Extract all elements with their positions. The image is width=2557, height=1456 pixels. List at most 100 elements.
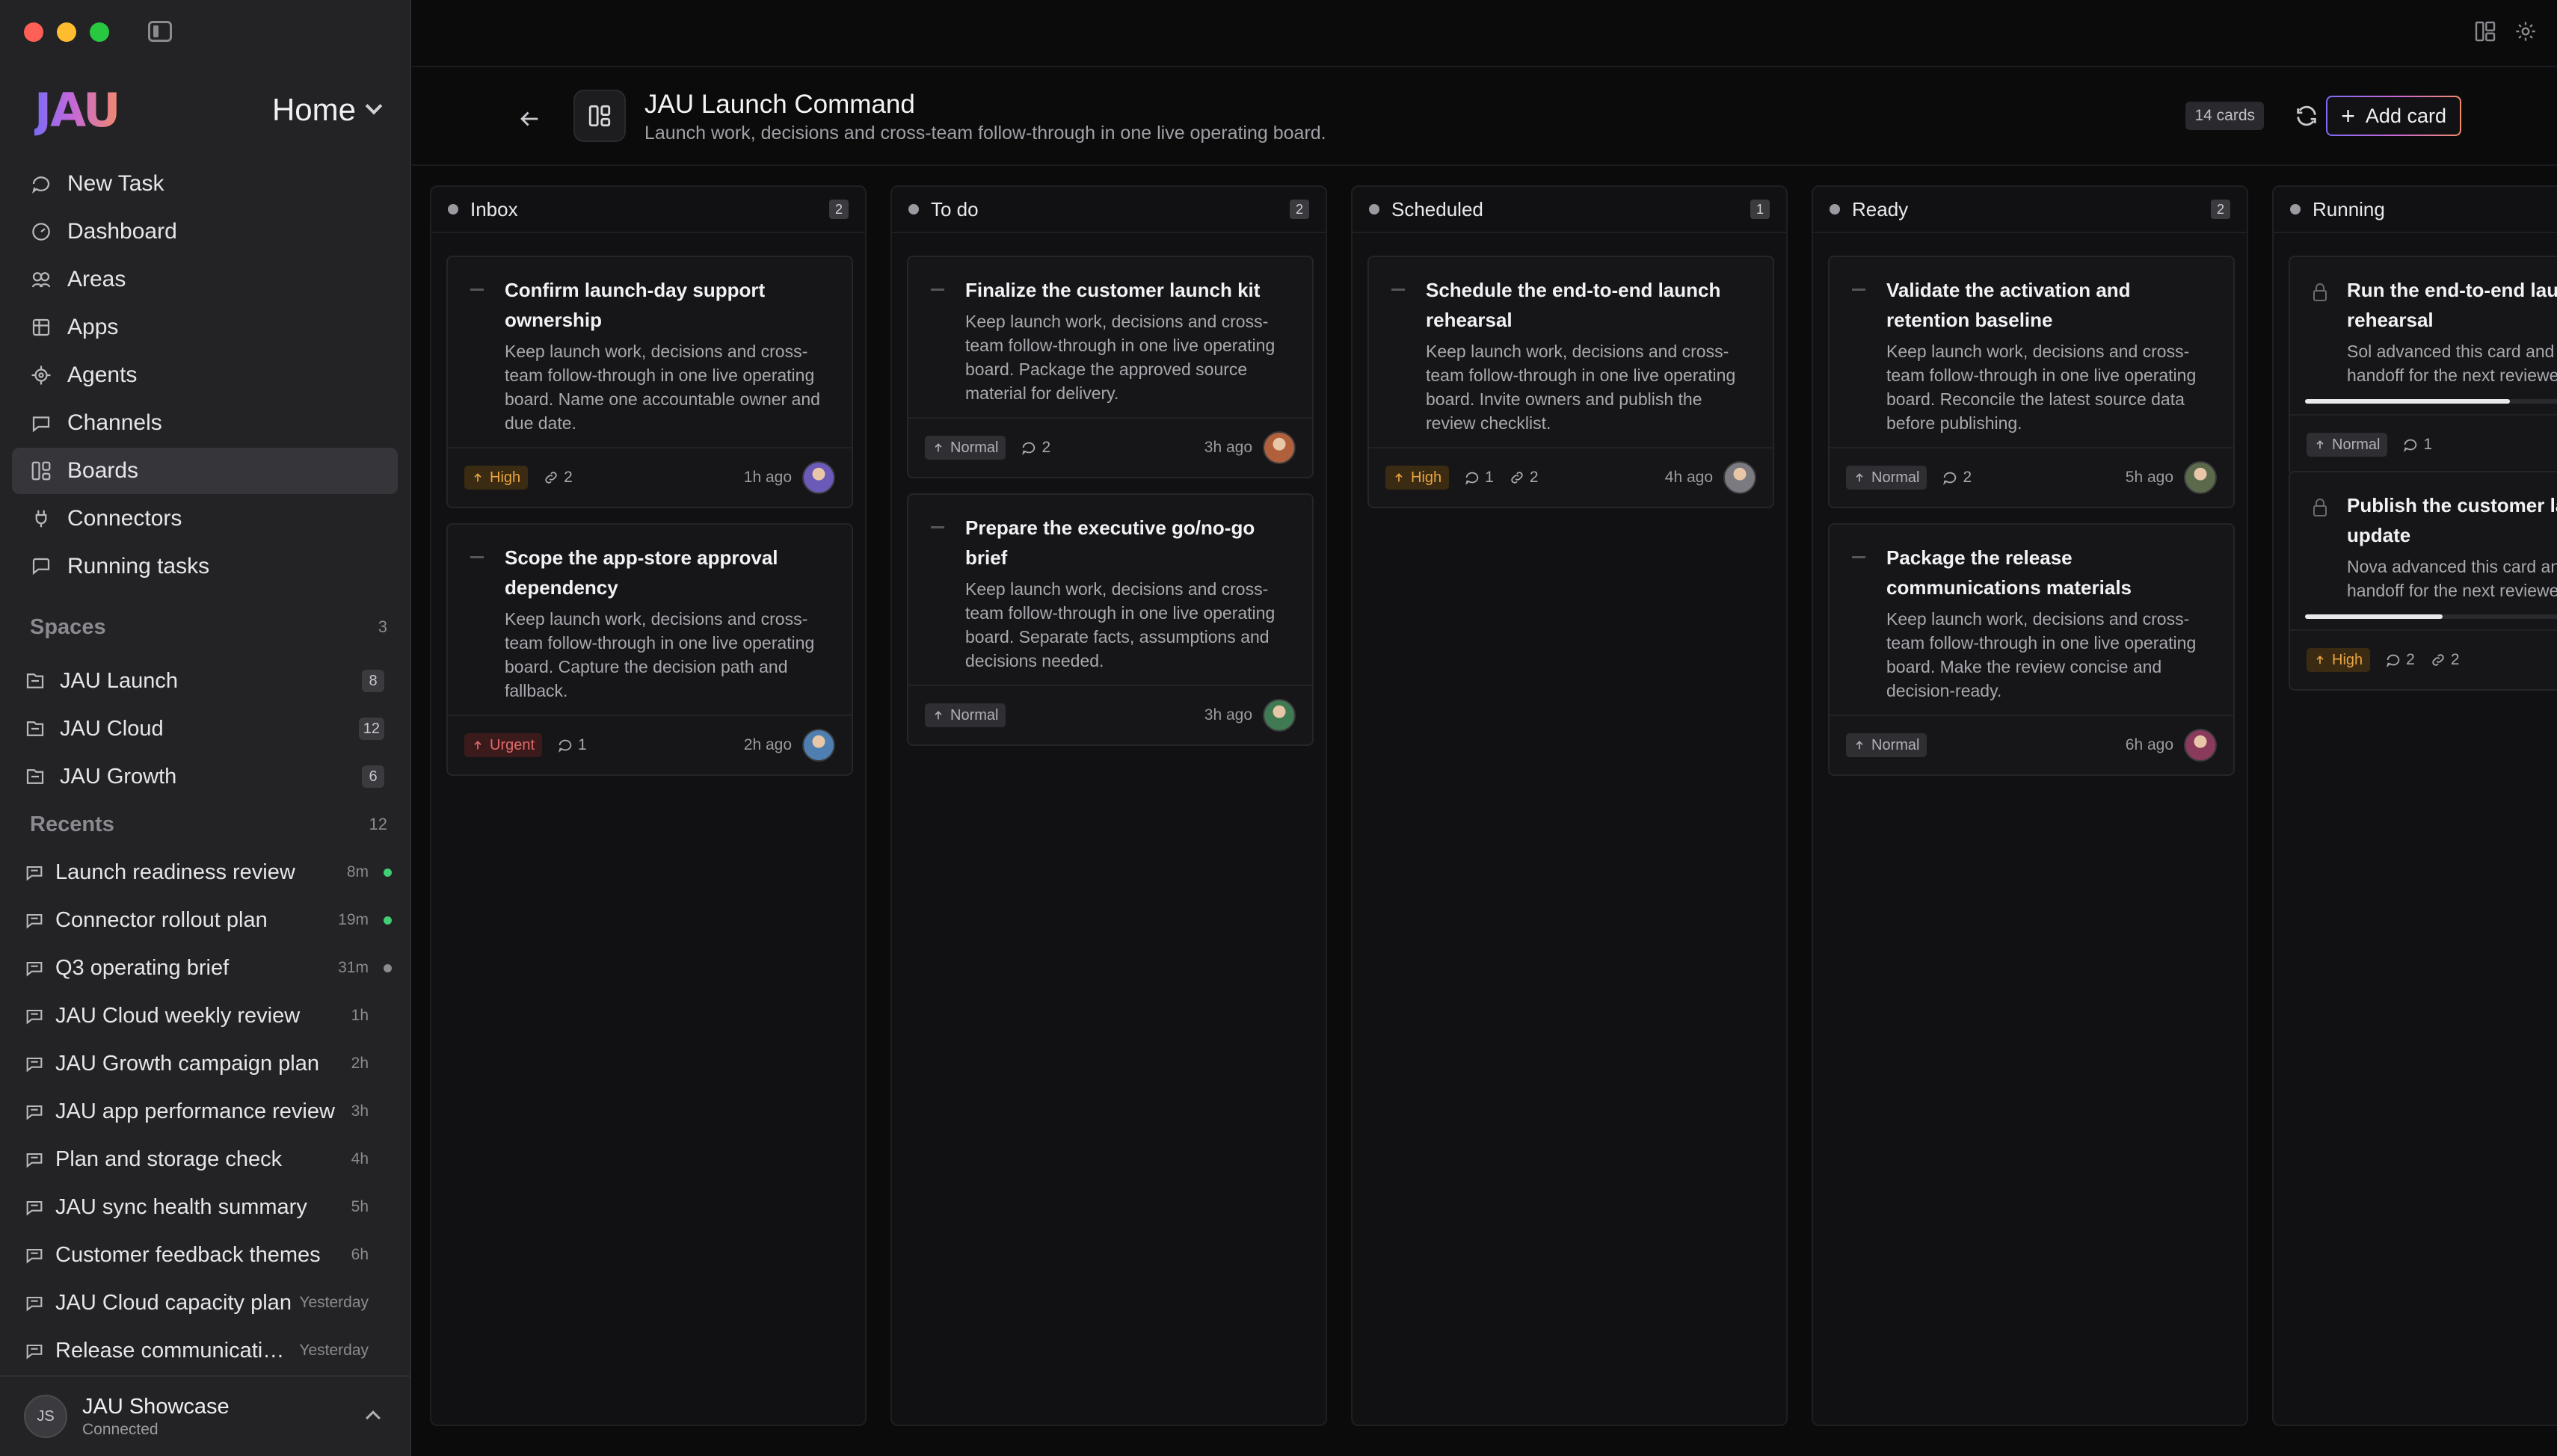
assignee-avatar[interactable] xyxy=(802,729,835,762)
maximize-window-button[interactable] xyxy=(90,22,109,42)
drag-handle-icon[interactable] xyxy=(470,289,484,291)
drag-handle-icon[interactable] xyxy=(1852,289,1865,291)
card-description: Keep launch work, decisions and cross-te… xyxy=(1886,609,2197,700)
minimize-window-button[interactable] xyxy=(57,22,76,42)
layout-icon[interactable] xyxy=(2473,19,2497,43)
task-card[interactable]: Publish the customer launch update Nova a… xyxy=(2289,471,2557,691)
space-item[interactable]: JAU Cloud 12 xyxy=(12,706,398,752)
task-card[interactable]: Validate the activation and retention ba… xyxy=(1828,256,2235,508)
spaces-header[interactable]: Spaces 3 xyxy=(30,608,387,646)
priority-badge[interactable]: Normal xyxy=(1846,733,1927,757)
chat-icon xyxy=(24,861,45,883)
progress-bar xyxy=(2305,614,2557,619)
recents-header[interactable]: Recents 12 xyxy=(30,806,387,843)
task-card[interactable]: Package the release communications mater… xyxy=(1828,523,2235,776)
workspace-selector[interactable]: Home xyxy=(272,92,383,128)
drag-handle-icon[interactable] xyxy=(1852,556,1865,558)
comment-count[interactable]: 2 xyxy=(1942,469,1972,487)
dashboard-icon xyxy=(30,220,52,243)
task-card[interactable]: Finalize the customer launch kit Keep lau… xyxy=(907,256,1314,478)
drag-handle-icon[interactable] xyxy=(470,556,484,558)
card-description: Keep launch work, decisions and cross-te… xyxy=(1426,342,1736,433)
comment-count[interactable]: 2 xyxy=(1021,439,1050,457)
comment-count[interactable]: 1 xyxy=(2402,436,2432,454)
column-header[interactable]: Inbox 2 xyxy=(431,187,865,233)
priority-badge[interactable]: High xyxy=(1385,466,1450,490)
sidebar-item-agents[interactable]: Agents xyxy=(12,352,398,398)
comment-count[interactable]: 1 xyxy=(1464,469,1494,487)
link-count[interactable]: 2 xyxy=(543,469,573,487)
card-description: Keep launch work, decisions and cross-te… xyxy=(505,609,815,700)
chat-icon xyxy=(24,1148,45,1170)
priority-badge[interactable]: High xyxy=(464,466,529,490)
task-card[interactable]: Prepare the executive go/no-go brief Keep… xyxy=(907,493,1314,746)
sidebar-item-apps[interactable]: Apps xyxy=(12,304,398,351)
sidebar-item-dashboard[interactable]: Dashboard xyxy=(12,209,398,255)
sidebar-item-boards[interactable]: Boards xyxy=(12,448,398,494)
card-body: Scope the app-store approval dependency K… xyxy=(448,525,852,715)
recent-item-time: 19m xyxy=(338,911,369,928)
assignee-avatar[interactable] xyxy=(2184,729,2217,762)
recent-item[interactable]: JAU Cloud weekly review 1h xyxy=(12,993,396,1039)
refresh-icon[interactable] xyxy=(2294,103,2319,129)
comment-count[interactable]: 1 xyxy=(557,736,587,754)
chat-icon xyxy=(24,1196,45,1218)
add-card-button[interactable]: + Add card xyxy=(2326,96,2461,136)
task-card[interactable]: Run the end-to-end launch rehearsal Sol a… xyxy=(2289,256,2557,475)
settings-gear-icon[interactable] xyxy=(2514,19,2538,43)
recent-item[interactable]: JAU Growth campaign plan 2h xyxy=(12,1040,396,1087)
comment-icon xyxy=(557,737,573,753)
space-item[interactable]: JAU Growth 6 xyxy=(12,753,398,800)
link-count[interactable]: 2 xyxy=(2430,651,2460,669)
column-header[interactable]: Running xyxy=(2274,187,2557,233)
sidebar-item-connectors[interactable]: Connectors xyxy=(12,496,398,542)
card-body: Schedule the end-to-end launch rehearsal… xyxy=(1369,257,1773,447)
comment-count[interactable]: 2 xyxy=(2385,651,2415,669)
back-arrow-icon[interactable] xyxy=(517,106,542,132)
card-updated-time: 6h ago xyxy=(2125,736,2173,753)
space-item[interactable]: JAU Launch 8 xyxy=(12,658,398,704)
priority-badge[interactable]: Normal xyxy=(925,436,1006,460)
priority-badge[interactable]: High xyxy=(2307,648,2371,672)
recent-item[interactable]: Plan and storage check 4h xyxy=(12,1136,396,1182)
priority-badge[interactable]: Normal xyxy=(925,703,1006,727)
drag-handle-icon[interactable] xyxy=(931,526,944,528)
priority-badge[interactable]: Normal xyxy=(2307,433,2388,457)
assignee-avatar[interactable] xyxy=(1263,431,1296,464)
sidebar-item-running-tasks[interactable]: Running tasks xyxy=(12,543,398,590)
recent-item[interactable]: JAU sync health summary 5h xyxy=(12,1184,396,1230)
space-icon xyxy=(24,718,46,740)
priority-badge[interactable]: Urgent xyxy=(464,733,543,757)
task-card[interactable]: Scope the app-store approval dependency K… xyxy=(446,523,853,776)
assignee-avatar[interactable] xyxy=(802,461,835,494)
sidebar-toggle-icon[interactable] xyxy=(148,21,172,42)
task-card[interactable]: Confirm launch-day support ownership Keep… xyxy=(446,256,853,508)
apps-icon xyxy=(30,316,52,339)
column-header[interactable]: Scheduled 1 xyxy=(1353,187,1786,233)
assignee-avatar[interactable] xyxy=(1263,699,1296,732)
recent-item[interactable]: Release communications plan Yesterday xyxy=(12,1327,396,1374)
link-count[interactable]: 2 xyxy=(1509,469,1539,487)
assignee-avatar[interactable] xyxy=(2184,461,2217,494)
sidebar-item-areas[interactable]: Areas xyxy=(12,256,398,303)
sidebar-item-label: Running tasks xyxy=(67,554,210,579)
close-window-button[interactable] xyxy=(24,22,43,42)
drag-handle-icon[interactable] xyxy=(931,289,944,291)
recent-item[interactable]: JAU app performance review 3h xyxy=(12,1088,396,1135)
recent-item[interactable]: Launch readiness review 8m xyxy=(12,849,396,895)
recent-item[interactable]: Connector rollout plan 19m xyxy=(12,897,396,943)
column-header[interactable]: Ready 2 xyxy=(1813,187,2247,233)
recent-item[interactable]: JAU Cloud capacity plan Yesterday xyxy=(12,1280,396,1326)
task-card[interactable]: Schedule the end-to-end launch rehearsal… xyxy=(1367,256,1774,508)
recent-item[interactable]: Q3 operating brief 31m xyxy=(12,945,396,991)
assignee-avatar[interactable] xyxy=(1723,461,1756,494)
sidebar-item-new-task[interactable]: New Task xyxy=(12,161,398,207)
drag-handle-icon[interactable] xyxy=(1391,289,1405,291)
card-footer: Normal 2 3h ago xyxy=(908,417,1312,477)
column-header[interactable]: To do 2 xyxy=(892,187,1326,233)
chevron-down-icon xyxy=(365,97,383,115)
recent-item[interactable]: Customer feedback themes 6h xyxy=(12,1232,396,1278)
account-menu[interactable]: JS JAU Showcase Connected xyxy=(0,1375,410,1456)
priority-badge[interactable]: Normal xyxy=(1846,466,1927,490)
sidebar-item-channels[interactable]: Channels xyxy=(12,400,398,446)
